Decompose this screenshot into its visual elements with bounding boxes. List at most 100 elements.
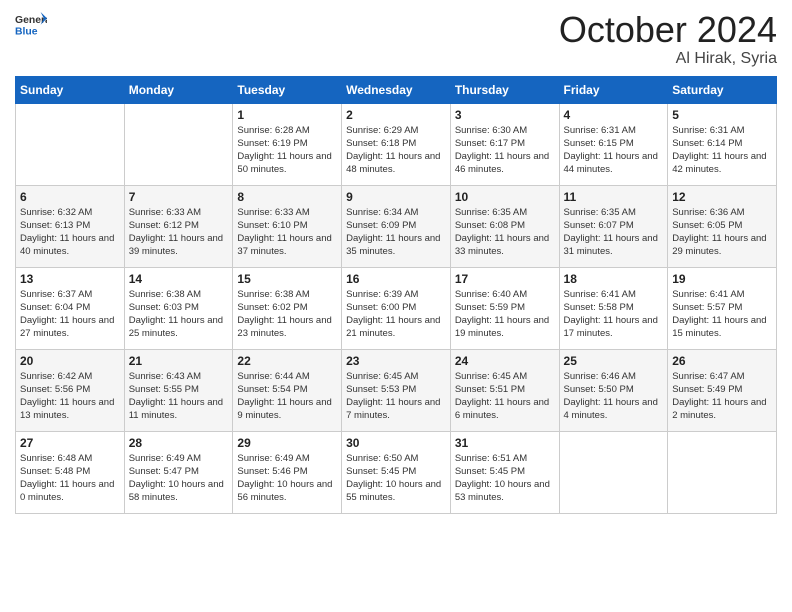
day-number: 8 bbox=[237, 190, 337, 204]
cell-info: Sunrise: 6:40 AMSunset: 5:59 PMDaylight:… bbox=[455, 288, 555, 341]
calendar-week-row: 20 Sunrise: 6:42 AMSunset: 5:56 PMDayligh… bbox=[16, 349, 777, 431]
day-number: 13 bbox=[20, 272, 120, 286]
calendar-cell: 16 Sunrise: 6:39 AMSunset: 6:00 PMDayligh… bbox=[342, 267, 451, 349]
day-number: 1 bbox=[237, 108, 337, 122]
weekday-header-tuesday: Tuesday bbox=[233, 76, 342, 103]
weekday-header-thursday: Thursday bbox=[450, 76, 559, 103]
calendar-cell: 1 Sunrise: 6:28 AMSunset: 6:19 PMDaylight… bbox=[233, 103, 342, 185]
calendar-cell: 20 Sunrise: 6:42 AMSunset: 5:56 PMDayligh… bbox=[16, 349, 125, 431]
calendar-cell bbox=[16, 103, 125, 185]
day-number: 11 bbox=[564, 190, 664, 204]
day-number: 29 bbox=[237, 436, 337, 450]
calendar-cell: 5Sunrise: 6:31 AMSunset: 6:14 PMDaylight… bbox=[668, 103, 777, 185]
calendar-cell: 21 Sunrise: 6:43 AMSunset: 5:55 PMDayligh… bbox=[124, 349, 233, 431]
calendar-cell: 27 Sunrise: 6:48 AMSunset: 5:48 PMDayligh… bbox=[16, 431, 125, 513]
svg-text:General: General bbox=[15, 15, 47, 26]
day-number: 25 bbox=[564, 354, 664, 368]
cell-info: Sunrise: 6:49 AMSunset: 5:47 PMDaylight:… bbox=[129, 452, 229, 505]
calendar-cell: 19Sunrise: 6:41 AMSunset: 5:57 PMDayligh… bbox=[668, 267, 777, 349]
weekday-header-monday: Monday bbox=[124, 76, 233, 103]
day-number: 15 bbox=[237, 272, 337, 286]
day-number: 26 bbox=[672, 354, 772, 368]
day-number: 16 bbox=[346, 272, 446, 286]
day-number: 20 bbox=[20, 354, 120, 368]
calendar-cell: 24 Sunrise: 6:45 AMSunset: 5:51 PMDayligh… bbox=[450, 349, 559, 431]
calendar-week-row: 27 Sunrise: 6:48 AMSunset: 5:48 PMDayligh… bbox=[16, 431, 777, 513]
cell-info: Sunrise: 6:29 AMSunset: 6:18 PMDaylight:… bbox=[346, 124, 446, 177]
day-number: 2 bbox=[346, 108, 446, 122]
day-number: 19 bbox=[672, 272, 772, 286]
cell-info: Sunrise: 6:48 AMSunset: 5:48 PMDaylight:… bbox=[20, 452, 120, 505]
day-number: 24 bbox=[455, 354, 555, 368]
day-number: 27 bbox=[20, 436, 120, 450]
calendar-cell: 30 Sunrise: 6:50 AMSunset: 5:45 PMDayligh… bbox=[342, 431, 451, 513]
cell-info: Sunrise: 6:31 AMSunset: 6:15 PMDaylight:… bbox=[564, 124, 664, 177]
calendar-cell: 18 Sunrise: 6:41 AMSunset: 5:58 PMDayligh… bbox=[559, 267, 668, 349]
day-number: 14 bbox=[129, 272, 229, 286]
calendar-cell: 8 Sunrise: 6:33 AMSunset: 6:10 PMDaylight… bbox=[233, 185, 342, 267]
day-number: 21 bbox=[129, 354, 229, 368]
svg-text:Blue: Blue bbox=[15, 26, 38, 37]
weekday-header-row: SundayMondayTuesdayWednesdayThursdayFrid… bbox=[16, 76, 777, 103]
calendar-cell: 23 Sunrise: 6:45 AMSunset: 5:53 PMDayligh… bbox=[342, 349, 451, 431]
cell-info: Sunrise: 6:33 AMSunset: 6:12 PMDaylight:… bbox=[129, 206, 229, 259]
calendar-cell: 6 Sunrise: 6:32 AMSunset: 6:13 PMDaylight… bbox=[16, 185, 125, 267]
day-number: 5 bbox=[672, 108, 772, 122]
generalblue-logo-icon: General Blue bbox=[15, 10, 47, 38]
calendar-cell bbox=[668, 431, 777, 513]
cell-info: Sunrise: 6:36 AMSunset: 6:05 PMDaylight:… bbox=[672, 206, 772, 259]
day-number: 9 bbox=[346, 190, 446, 204]
day-number: 23 bbox=[346, 354, 446, 368]
cell-info: Sunrise: 6:28 AMSunset: 6:19 PMDaylight:… bbox=[237, 124, 337, 177]
calendar-table: SundayMondayTuesdayWednesdayThursdayFrid… bbox=[15, 76, 777, 514]
location: Al Hirak, Syria bbox=[559, 50, 777, 68]
cell-info: Sunrise: 6:38 AMSunset: 6:03 PMDaylight:… bbox=[129, 288, 229, 341]
day-number: 17 bbox=[455, 272, 555, 286]
calendar-cell: 4 Sunrise: 6:31 AMSunset: 6:15 PMDaylight… bbox=[559, 103, 668, 185]
weekday-header-wednesday: Wednesday bbox=[342, 76, 451, 103]
page-header: General Blue October 2024 Al Hirak, Syri… bbox=[15, 10, 777, 68]
cell-info: Sunrise: 6:35 AMSunset: 6:08 PMDaylight:… bbox=[455, 206, 555, 259]
title-area: October 2024 Al Hirak, Syria bbox=[559, 10, 777, 68]
cell-info: Sunrise: 6:45 AMSunset: 5:51 PMDaylight:… bbox=[455, 370, 555, 423]
cell-info: Sunrise: 6:50 AMSunset: 5:45 PMDaylight:… bbox=[346, 452, 446, 505]
weekday-header-sunday: Sunday bbox=[16, 76, 125, 103]
calendar-cell: 10Sunrise: 6:35 AMSunset: 6:08 PMDayligh… bbox=[450, 185, 559, 267]
logo: General Blue bbox=[15, 10, 49, 38]
calendar-cell: 2 Sunrise: 6:29 AMSunset: 6:18 PMDaylight… bbox=[342, 103, 451, 185]
day-number: 4 bbox=[564, 108, 664, 122]
cell-info: Sunrise: 6:44 AMSunset: 5:54 PMDaylight:… bbox=[237, 370, 337, 423]
calendar-cell: 17 Sunrise: 6:40 AMSunset: 5:59 PMDayligh… bbox=[450, 267, 559, 349]
calendar-cell: 12Sunrise: 6:36 AMSunset: 6:05 PMDayligh… bbox=[668, 185, 777, 267]
calendar-cell: 11Sunrise: 6:35 AMSunset: 6:07 PMDayligh… bbox=[559, 185, 668, 267]
calendar-cell: 14 Sunrise: 6:38 AMSunset: 6:03 PMDayligh… bbox=[124, 267, 233, 349]
cell-info: Sunrise: 6:34 AMSunset: 6:09 PMDaylight:… bbox=[346, 206, 446, 259]
calendar-cell: 9 Sunrise: 6:34 AMSunset: 6:09 PMDaylight… bbox=[342, 185, 451, 267]
cell-info: Sunrise: 6:43 AMSunset: 5:55 PMDaylight:… bbox=[129, 370, 229, 423]
calendar-cell: 28Sunrise: 6:49 AMSunset: 5:47 PMDayligh… bbox=[124, 431, 233, 513]
cell-info: Sunrise: 6:42 AMSunset: 5:56 PMDaylight:… bbox=[20, 370, 120, 423]
cell-info: Sunrise: 6:32 AMSunset: 6:13 PMDaylight:… bbox=[20, 206, 120, 259]
calendar-week-row: 6 Sunrise: 6:32 AMSunset: 6:13 PMDaylight… bbox=[16, 185, 777, 267]
cell-info: Sunrise: 6:47 AMSunset: 5:49 PMDaylight:… bbox=[672, 370, 772, 423]
cell-info: Sunrise: 6:41 AMSunset: 5:58 PMDaylight:… bbox=[564, 288, 664, 341]
day-number: 3 bbox=[455, 108, 555, 122]
day-number: 18 bbox=[564, 272, 664, 286]
calendar-week-row: 13 Sunrise: 6:37 AMSunset: 6:04 PMDayligh… bbox=[16, 267, 777, 349]
calendar-cell: 13 Sunrise: 6:37 AMSunset: 6:04 PMDayligh… bbox=[16, 267, 125, 349]
month-title: October 2024 bbox=[559, 10, 777, 50]
cell-info: Sunrise: 6:33 AMSunset: 6:10 PMDaylight:… bbox=[237, 206, 337, 259]
cell-info: Sunrise: 6:39 AMSunset: 6:00 PMDaylight:… bbox=[346, 288, 446, 341]
cell-info: Sunrise: 6:37 AMSunset: 6:04 PMDaylight:… bbox=[20, 288, 120, 341]
calendar-cell bbox=[559, 431, 668, 513]
day-number: 31 bbox=[455, 436, 555, 450]
calendar-cell: 7Sunrise: 6:33 AMSunset: 6:12 PMDaylight… bbox=[124, 185, 233, 267]
day-number: 22 bbox=[237, 354, 337, 368]
calendar-cell bbox=[124, 103, 233, 185]
day-number: 6 bbox=[20, 190, 120, 204]
calendar-cell: 25Sunrise: 6:46 AMSunset: 5:50 PMDayligh… bbox=[559, 349, 668, 431]
day-number: 30 bbox=[346, 436, 446, 450]
cell-info: Sunrise: 6:38 AMSunset: 6:02 PMDaylight:… bbox=[237, 288, 337, 341]
cell-info: Sunrise: 6:45 AMSunset: 5:53 PMDaylight:… bbox=[346, 370, 446, 423]
calendar-cell: 29Sunrise: 6:49 AMSunset: 5:46 PMDayligh… bbox=[233, 431, 342, 513]
